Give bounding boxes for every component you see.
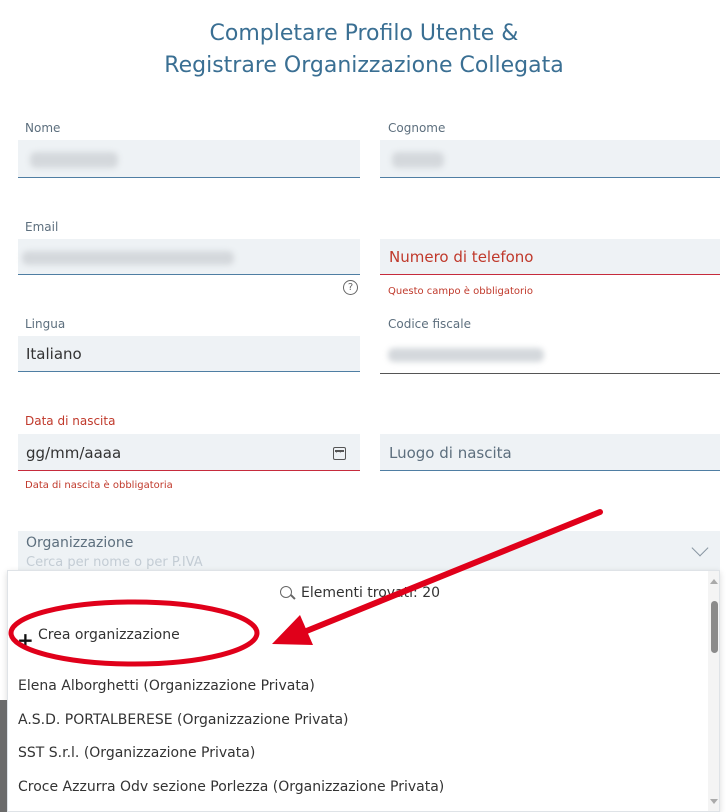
list-item[interactable]: Elena Alborghetti (Organizzazione Privat… <box>18 678 315 694</box>
data-nascita-field[interactable]: gg/mm/aaaa <box>18 434 360 471</box>
cognome-field[interactable] <box>380 140 720 178</box>
luogo-nascita-placeholder: Luogo di nascita <box>389 444 512 462</box>
help-icon[interactable]: ? <box>343 280 358 295</box>
background-overlay <box>0 700 7 812</box>
crea-organizzazione-button[interactable]: Crea organizzazione <box>38 627 180 643</box>
telefono-placeholder: Numero di telefono <box>389 248 534 266</box>
page-title: Completare Profilo Utente & Registrare O… <box>0 18 728 82</box>
lingua-label: Lingua <box>25 317 66 331</box>
codice-fiscale-label: Codice fiscale <box>388 317 471 331</box>
redacted-value <box>392 152 444 168</box>
lingua-select[interactable]: Italiano <box>18 336 360 372</box>
search-icon <box>280 586 292 598</box>
page-title-line-1: Completare Profilo Utente & <box>209 21 519 46</box>
email-label: Email <box>25 220 59 234</box>
redacted-value <box>30 152 118 168</box>
email-field[interactable] <box>18 239 360 275</box>
page-title-line-2: Registrare Organizzazione Collegata <box>164 53 564 78</box>
scroll-down-icon[interactable] <box>710 799 718 804</box>
scrollbar-thumb[interactable] <box>711 601 718 653</box>
luogo-nascita-field[interactable]: Luogo di nascita <box>380 434 720 471</box>
telefono-error: Questo campo è obbligatorio <box>388 286 534 297</box>
elementi-trovati: Elementi trovati: 20 <box>301 585 441 601</box>
list-item[interactable]: A.S.D. PORTALBERESE (Organizzazione Priv… <box>18 712 349 728</box>
nome-field[interactable] <box>18 140 360 178</box>
list-item[interactable]: SST S.r.l. (Organizzazione Privata) <box>18 745 255 761</box>
data-nascita-label: Data di nascita <box>25 414 116 428</box>
data-nascita-placeholder: gg/mm/aaaa <box>26 444 122 462</box>
redacted-value <box>388 348 544 362</box>
calendar-icon[interactable] <box>333 447 346 460</box>
nome-label: Nome <box>25 121 61 135</box>
organizzazione-label: Organizzazione <box>26 535 134 551</box>
list-item[interactable]: Croce Azzurra Odv sezione Porlezza (Orga… <box>18 779 444 795</box>
organizzazione-dropdown: Elementi trovati: 20 + Crea organizzazio… <box>7 570 720 812</box>
organizzazione-placeholder: Cerca per nome o per P.IVA <box>26 555 203 570</box>
organizzazione-select[interactable]: Organizzazione Cerca per nome o per P.IV… <box>18 531 720 571</box>
lingua-value: Italiano <box>26 345 82 363</box>
cognome-label: Cognome <box>388 121 446 135</box>
telefono-field[interactable]: Numero di telefono <box>380 239 720 275</box>
data-nascita-error: Data di nascita è obbligatoria <box>25 480 173 491</box>
redacted-value <box>22 251 234 265</box>
plus-icon: + <box>17 628 34 652</box>
scroll-up-icon[interactable] <box>710 579 718 584</box>
codice-fiscale-field[interactable] <box>380 336 720 374</box>
